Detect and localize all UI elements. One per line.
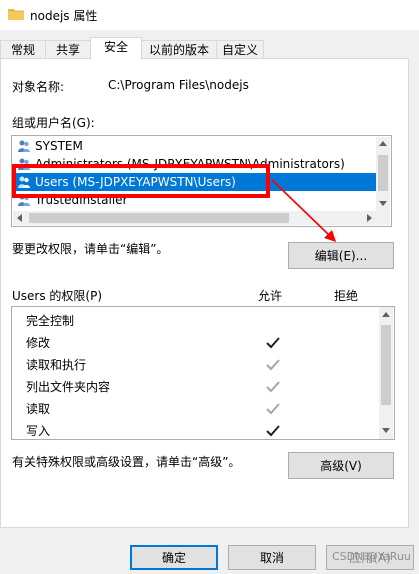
permission-row-list-folder: 列出文件夹内容 <box>12 376 380 398</box>
folder-icon <box>8 9 24 20</box>
permission-row-full-control: 完全控制 <box>12 310 380 332</box>
object-name-value: C:\Program Files\nodejs <box>108 78 249 92</box>
list-item-label: SYSTEM <box>35 139 83 153</box>
tab-strip: 常规 共享 安全 以前的版本 自定义 <box>0 37 419 60</box>
permission-name: 读取和执行 <box>26 358 87 372</box>
annotation-highlight-box <box>12 164 270 198</box>
groups-vertical-scrollbar[interactable] <box>376 137 390 212</box>
check-icon <box>266 425 280 437</box>
tab-sharing[interactable]: 共享 <box>45 40 91 59</box>
user-group-icon <box>18 140 30 152</box>
cancel-button[interactable]: 取消 <box>228 545 316 570</box>
list-item-system[interactable]: SYSTEM <box>13 137 379 155</box>
watermark: CSDN @YaRuu <box>332 550 411 563</box>
permission-name: 写入 <box>26 424 51 438</box>
permission-name: 列出文件夹内容 <box>26 380 111 394</box>
check-icon <box>266 381 280 393</box>
edit-button[interactable]: 编辑(E)... <box>288 242 394 269</box>
allow-column-header: 允许 <box>258 289 283 303</box>
permissions-list[interactable]: 完全控制 修改 读取和执行 列出文件夹内容 读取 写入 <box>11 306 395 440</box>
object-name-label: 对象名称: <box>12 80 65 94</box>
permission-name: 完全控制 <box>26 314 75 328</box>
check-icon <box>266 359 280 371</box>
scroll-corner <box>376 211 390 225</box>
scroll-up-icon[interactable] <box>382 312 390 317</box>
permission-name: 读取 <box>26 402 51 416</box>
scroll-up-icon[interactable] <box>379 141 387 146</box>
advanced-button[interactable]: 高级(V) <box>288 452 394 479</box>
tab-previous-versions[interactable]: 以前的版本 <box>141 40 217 59</box>
scroll-right-icon[interactable] <box>367 214 372 222</box>
scroll-thumb[interactable] <box>378 155 388 191</box>
change-permissions-hint: 要更改权限，请单击“编辑”。 <box>12 242 169 256</box>
scroll-down-icon[interactable] <box>379 201 387 206</box>
check-icon <box>266 403 280 415</box>
permission-name: 修改 <box>26 336 51 350</box>
scroll-down-icon[interactable] <box>382 428 390 433</box>
permissions-vertical-scrollbar[interactable] <box>379 307 393 439</box>
permission-row-write: 写入 <box>12 420 380 439</box>
permission-row-read-execute: 读取和执行 <box>12 354 380 376</box>
title-bar: nodejs 属性 <box>0 0 419 30</box>
advanced-settings-hint: 有关特殊权限或高级设置，请单击“高级”。 <box>12 455 241 469</box>
scroll-left-icon[interactable] <box>17 214 22 222</box>
groups-horizontal-scrollbar[interactable] <box>13 211 377 225</box>
scroll-thumb[interactable] <box>381 325 391 405</box>
tab-security[interactable]: 安全 <box>90 37 142 60</box>
ok-button[interactable]: 确定 <box>130 545 218 570</box>
permissions-header: Users 的权限(P) <box>12 289 103 303</box>
scroll-thumb[interactable] <box>29 213 289 223</box>
permission-row-read: 读取 <box>12 398 380 420</box>
groups-label: 组或用户名(G): <box>12 116 95 130</box>
permission-row-modify: 修改 <box>12 332 380 354</box>
deny-column-header: 拒绝 <box>334 289 359 303</box>
check-icon <box>266 337 280 349</box>
tab-general[interactable]: 常规 <box>0 40 46 59</box>
window-title: nodejs 属性 <box>30 9 98 23</box>
tab-customize[interactable]: 自定义 <box>216 40 264 59</box>
